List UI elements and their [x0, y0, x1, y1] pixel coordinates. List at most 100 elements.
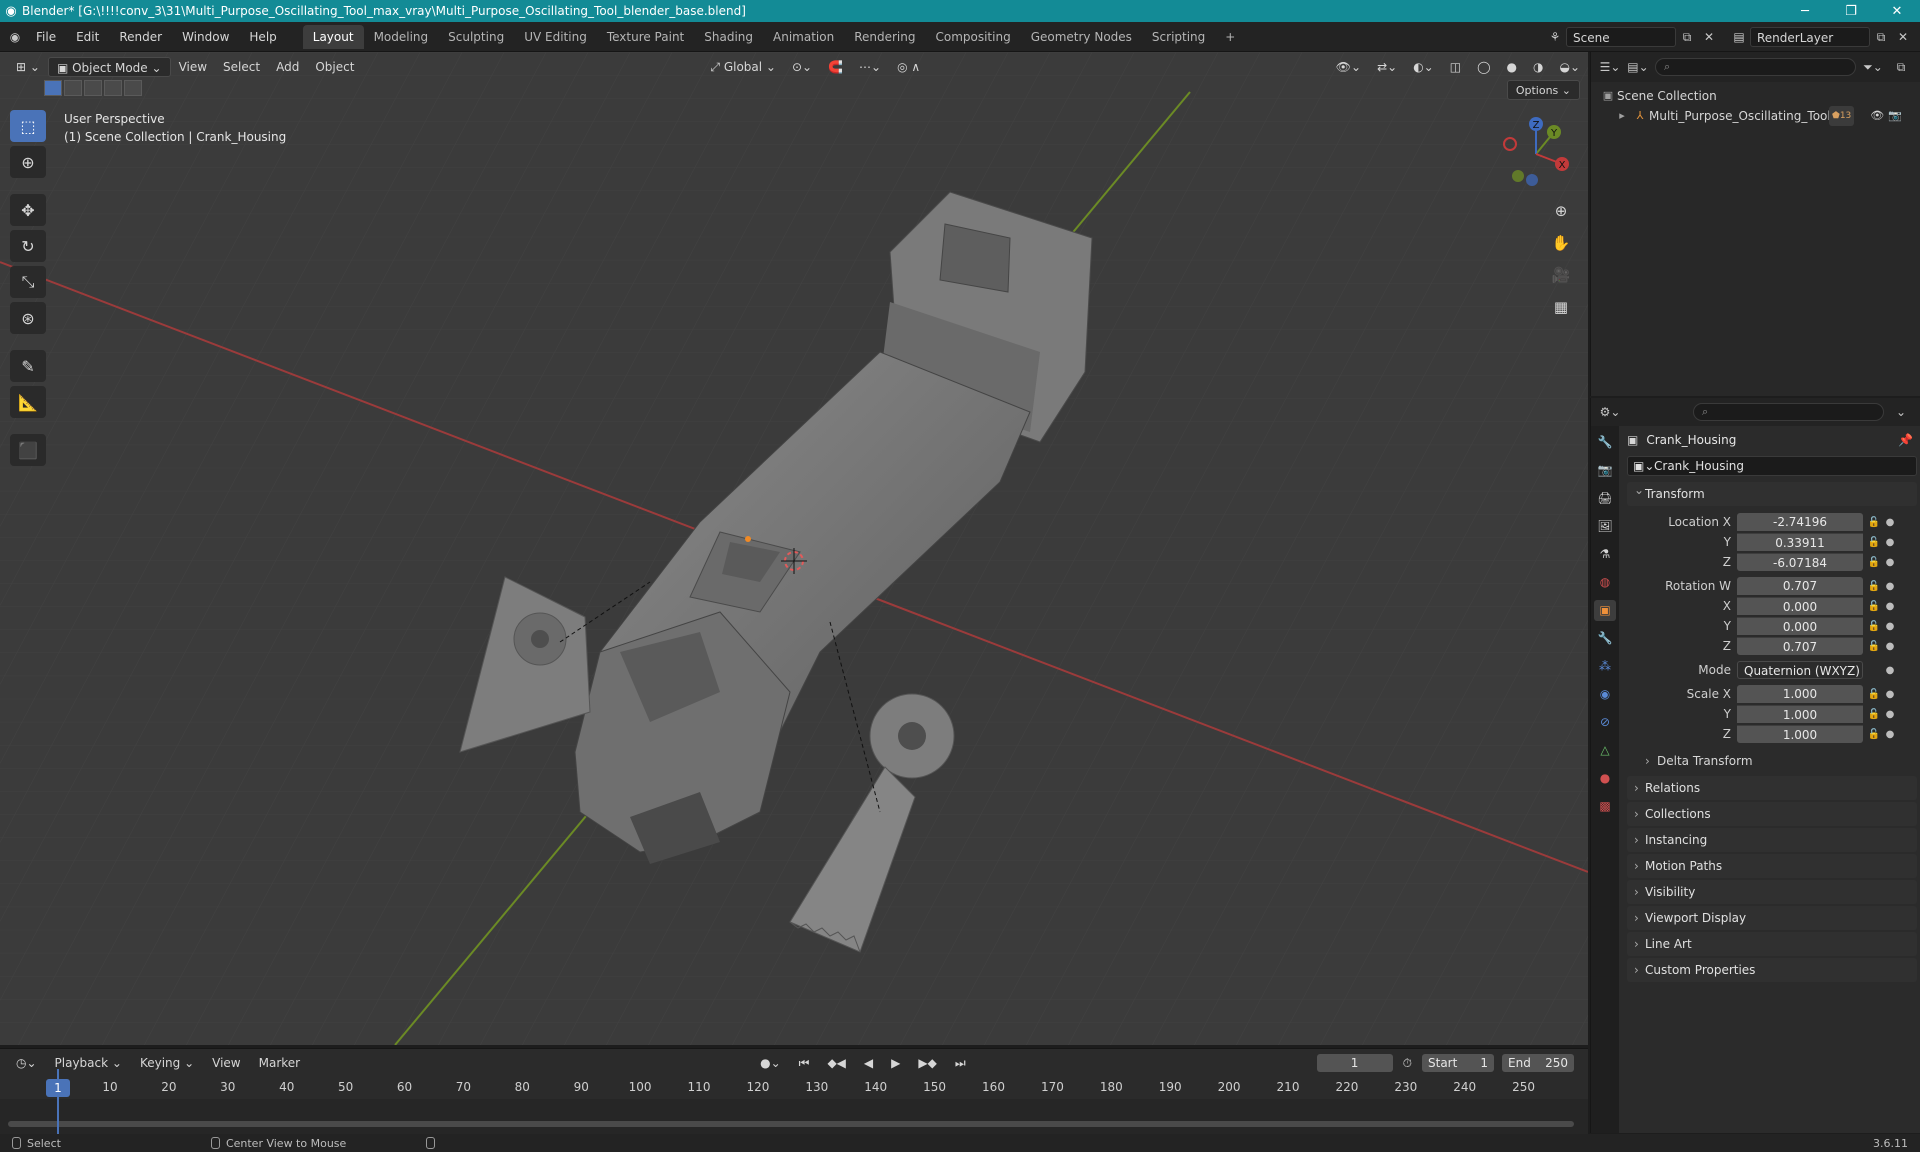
properties-editor-icon[interactable]: ⚙⌄: [1599, 401, 1621, 423]
viewport-scene[interactable]: [0, 52, 1588, 1045]
3d-viewport[interactable]: ⊞ ⌄ ▣ Object Mode ⌄ View Select Add Obje…: [0, 52, 1588, 1045]
properties-options-icon[interactable]: ⌄: [1890, 401, 1912, 423]
scale-y-field[interactable]: 1.000: [1737, 705, 1863, 723]
object-menu[interactable]: Object: [307, 57, 362, 77]
snap-target-icon[interactable]: ⋯⌄: [851, 57, 889, 77]
scale-tool-icon[interactable]: ⤡: [10, 266, 46, 298]
overlays-icon[interactable]: ◐⌄: [1405, 57, 1442, 77]
scene-selector-icon[interactable]: ⚘: [1544, 26, 1566, 48]
lock-icon[interactable]: 🔓: [1863, 729, 1885, 740]
playback-menu[interactable]: Playback ⌄: [47, 1053, 130, 1073]
play-icon[interactable]: ▶: [883, 1053, 908, 1073]
lock-icon[interactable]: 🔓: [1863, 601, 1885, 612]
select-extend-icon[interactable]: [64, 80, 82, 96]
zoom-icon[interactable]: ⊕: [1548, 198, 1574, 224]
tab-animation[interactable]: Animation: [763, 25, 844, 49]
select-invert-icon[interactable]: [104, 80, 122, 96]
lock-icon[interactable]: 🔓: [1863, 641, 1885, 652]
snap-icon[interactable]: 🧲: [820, 57, 851, 77]
lock-icon[interactable]: 🔓: [1863, 621, 1885, 632]
visibility-eye-icon[interactable]: 👁: [1868, 106, 1886, 126]
ortho-grid-icon[interactable]: ▦: [1548, 294, 1574, 320]
keyframe-dot-icon[interactable]: ●: [1885, 601, 1895, 612]
render-layer-field[interactable]: RenderLayer: [1750, 26, 1870, 47]
start-frame-field[interactable]: Start 1: [1422, 1054, 1494, 1072]
constraints-tab-icon[interactable]: ⊘: [1594, 712, 1616, 733]
shading-wireframe-icon[interactable]: ◯: [1469, 57, 1498, 77]
keyframe-dot-icon[interactable]: ●: [1885, 517, 1895, 528]
mode-selector[interactable]: ▣ Object Mode ⌄: [47, 57, 171, 77]
navigation-gizmo[interactable]: Z Y X: [1496, 114, 1576, 194]
timeline-editor-icon[interactable]: ◷⌄: [8, 1053, 45, 1073]
tab-modeling[interactable]: Modeling: [364, 25, 439, 49]
object-name-field[interactable]: ▣⌄ Crank_Housing: [1627, 456, 1917, 476]
physics-tab-icon[interactable]: ◉: [1594, 684, 1616, 705]
menu-render[interactable]: Render: [109, 22, 172, 52]
proportional-edit-icon[interactable]: ◎ ∧: [889, 57, 928, 77]
tab-shading[interactable]: Shading: [694, 25, 763, 49]
menu-window[interactable]: Window: [172, 22, 239, 52]
object-tab-icon[interactable]: ▣: [1594, 600, 1616, 621]
tab-uv-editing[interactable]: UV Editing: [514, 25, 597, 49]
move-tool-icon[interactable]: ✥: [10, 194, 46, 226]
add-menu[interactable]: Add: [268, 57, 307, 77]
lock-icon[interactable]: 🔓: [1863, 517, 1885, 528]
end-frame-field[interactable]: End 250: [1502, 1054, 1574, 1072]
shading-rendered-icon[interactable]: ◒⌄: [1551, 57, 1588, 77]
particles-tab-icon[interactable]: ⁂: [1594, 656, 1616, 677]
blender-menu-icon[interactable]: ◉: [4, 26, 26, 48]
keyframe-dot-icon[interactable]: ●: [1885, 641, 1895, 652]
expand-arrow-icon[interactable]: ▸: [1613, 106, 1631, 126]
viewport-display-panel-header[interactable]: Viewport Display: [1627, 906, 1917, 930]
scene-collection-row[interactable]: ▣ Scene Collection: [1591, 86, 1920, 106]
marker-menu[interactable]: Marker: [251, 1053, 308, 1073]
xray-icon[interactable]: ◫: [1442, 57, 1469, 77]
tab-geometry-nodes[interactable]: Geometry Nodes: [1021, 25, 1142, 49]
pin-icon[interactable]: 📌: [1898, 433, 1913, 447]
rotation-x-field[interactable]: 0.000: [1737, 597, 1863, 615]
lock-icon[interactable]: 🔓: [1863, 709, 1885, 720]
new-view-layer-icon[interactable]: ⧉: [1870, 26, 1892, 48]
select-box-tool-icon[interactable]: ⬚: [10, 110, 46, 142]
view-layer-tab-icon[interactable]: 🖼: [1594, 516, 1616, 537]
add-cube-tool-icon[interactable]: ⬛: [10, 434, 46, 466]
shading-material-icon[interactable]: ◑: [1525, 57, 1551, 77]
camera-view-icon[interactable]: 🎥: [1548, 262, 1574, 288]
outliner-item-multi-purpose-tool[interactable]: ▸ ⅄ Multi_Purpose_Oscillating_Tool ⬟13 👁…: [1591, 106, 1920, 126]
location-z-field[interactable]: -6.07184: [1737, 553, 1863, 571]
timeline-scrollbar[interactable]: [8, 1121, 1574, 1127]
shading-solid-icon[interactable]: ●: [1499, 57, 1525, 77]
visibility-icon[interactable]: 👁⌄: [1328, 57, 1369, 77]
keyframe-dot-icon[interactable]: ●: [1885, 621, 1895, 632]
pan-hand-icon[interactable]: ✋: [1548, 230, 1574, 256]
outliner-editor-icon[interactable]: ☰⌄: [1599, 56, 1621, 78]
motion-paths-panel-header[interactable]: Motion Paths: [1627, 854, 1917, 878]
transform-orientation[interactable]: ⤢ Global ⌄: [702, 57, 784, 77]
keyframe-dot-icon[interactable]: ●: [1885, 537, 1895, 548]
timeline-ruler[interactable]: 10 20 30 40 50 60 70 80 90 100 110 120 130 140 150 160 1…: [0, 1077, 1588, 1099]
keyframe-dot-icon[interactable]: ●: [1885, 689, 1895, 700]
keyframe-dot-icon[interactable]: ●: [1885, 709, 1895, 720]
scene-field[interactable]: Scene: [1566, 26, 1676, 47]
transform-panel-header[interactable]: Transform: [1627, 478, 1917, 506]
tab-layout[interactable]: Layout: [302, 24, 364, 49]
relations-panel-header[interactable]: Relations: [1627, 776, 1917, 800]
timeline-view-menu[interactable]: View: [204, 1053, 248, 1073]
timeline-track[interactable]: [0, 1099, 1588, 1135]
delete-view-layer-icon[interactable]: ✕: [1892, 26, 1914, 48]
outliner-search-input[interactable]: ⌕: [1655, 58, 1856, 76]
lock-icon[interactable]: 🔓: [1863, 537, 1885, 548]
cursor-tool-icon[interactable]: ⊕: [10, 146, 46, 178]
render-tab-icon[interactable]: 📷: [1594, 460, 1616, 481]
lock-icon[interactable]: 🔓: [1863, 557, 1885, 568]
delta-transform-subpanel[interactable]: Delta Transform: [1627, 750, 1917, 772]
lock-icon[interactable]: 🔓: [1863, 581, 1885, 592]
instancing-panel-header[interactable]: Instancing: [1627, 828, 1917, 852]
menu-edit[interactable]: Edit: [66, 22, 109, 52]
rotation-w-field[interactable]: 0.707: [1737, 577, 1863, 595]
data-tab-icon[interactable]: △: [1594, 740, 1616, 761]
keyframe-dot-icon[interactable]: ●: [1885, 665, 1895, 676]
new-scene-icon[interactable]: ⧉: [1676, 26, 1698, 48]
maximize-button[interactable]: ❐: [1828, 4, 1874, 19]
texture-tab-icon[interactable]: ▩: [1594, 796, 1616, 817]
